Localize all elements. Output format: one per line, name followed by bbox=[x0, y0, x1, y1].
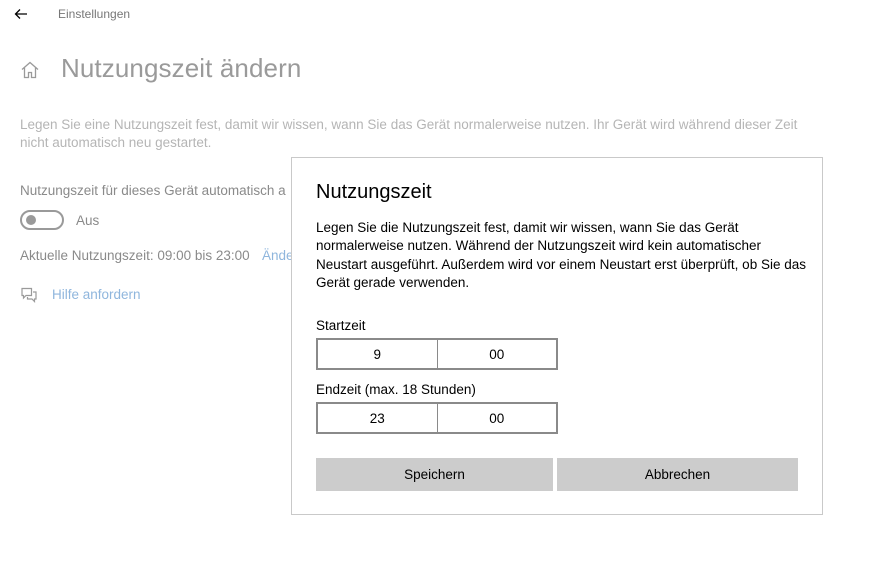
intro-text: Legen Sie eine Nutzungszeit fest, damit … bbox=[20, 117, 798, 150]
end-time-picker[interactable]: 23 00 bbox=[316, 402, 558, 434]
title-bar: Einstellungen bbox=[0, 0, 888, 30]
start-time-label: Startzeit bbox=[316, 318, 366, 333]
auto-adjust-toggle[interactable] bbox=[20, 210, 64, 230]
cancel-button[interactable]: Abbrechen bbox=[557, 458, 798, 491]
app-title: Einstellungen bbox=[58, 7, 131, 21]
get-help-link[interactable]: Hilfe anfordern bbox=[52, 287, 141, 302]
back-button[interactable] bbox=[10, 4, 32, 24]
toggle-knob bbox=[26, 215, 36, 225]
home-icon bbox=[21, 61, 39, 79]
start-minute-field[interactable]: 00 bbox=[436, 340, 557, 368]
toggle-state-label: Aus bbox=[76, 213, 100, 228]
change-active-hours-link[interactable]: Ände bbox=[262, 248, 292, 263]
help-chat-icon bbox=[21, 287, 37, 303]
auto-adjust-label: Nutzungszeit für dieses Gerät automatisc… bbox=[20, 183, 286, 198]
active-hours-dialog: Nutzungszeit Legen Sie die Nutzungszeit … bbox=[291, 157, 823, 515]
dialog-title: Nutzungszeit bbox=[316, 181, 432, 203]
end-hour-field[interactable]: 23 bbox=[318, 404, 437, 432]
page-title: Nutzungszeit ändern bbox=[61, 53, 302, 83]
start-time-picker[interactable]: 9 00 bbox=[316, 338, 558, 370]
current-active-hours: Aktuelle Nutzungszeit: 09:00 bis 23:00 bbox=[20, 248, 250, 263]
save-button[interactable]: Speichern bbox=[316, 458, 553, 491]
start-hour-field[interactable]: 9 bbox=[318, 340, 437, 368]
end-minute-field[interactable]: 00 bbox=[436, 404, 557, 432]
end-time-label: Endzeit (max. 18 Stunden) bbox=[316, 382, 476, 397]
dialog-description: Legen Sie die Nutzungszeit fest, damit w… bbox=[316, 220, 806, 290]
back-arrow-icon bbox=[14, 9, 27, 19]
